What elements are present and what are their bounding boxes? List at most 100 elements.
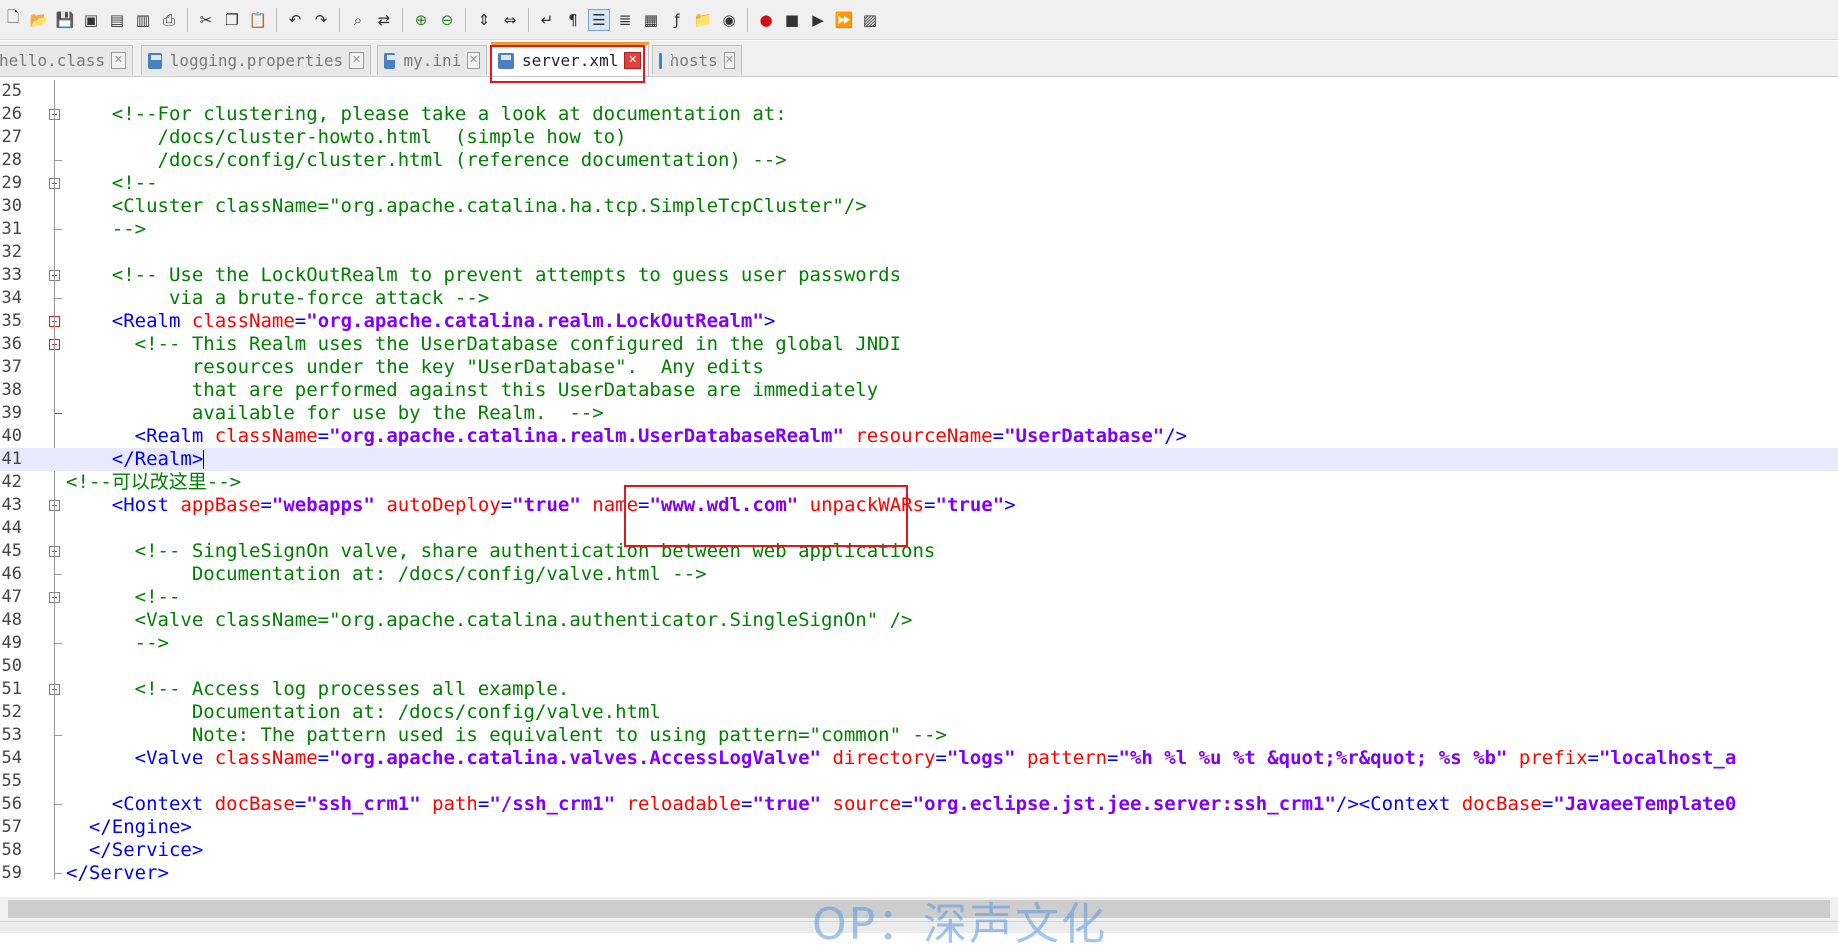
stop-macro-icon[interactable]: ■: [781, 9, 803, 31]
save-state-icon: [148, 52, 162, 69]
new-file-icon[interactable]: 🗋: [2, 8, 24, 31]
find-icon[interactable]: ⌕: [347, 9, 369, 31]
token-attr: resourceName: [855, 425, 993, 447]
line-number: 32: [1, 242, 22, 262]
token-tag: =: [935, 747, 947, 769]
tab-my-ini[interactable]: my.ini ✕: [377, 45, 487, 75]
line-number: 31: [1, 219, 22, 239]
line-number: 40: [1, 426, 22, 446]
play-macro-icon[interactable]: ▶: [807, 9, 829, 31]
token-attr: appBase: [180, 494, 261, 516]
tab-label: logging.properties: [169, 51, 344, 70]
tab-server-xml[interactable]: server.xml ✕: [491, 42, 649, 76]
token-cm: resources under the key "UserDatabase". …: [66, 356, 764, 378]
show-all-chars-icon[interactable]: ¶: [562, 9, 584, 31]
line-number: 54: [1, 748, 22, 768]
zoom-out-icon[interactable]: ⊖: [436, 9, 458, 31]
close-tab-icon[interactable]: ✕: [723, 52, 735, 69]
line-number: 26: [1, 104, 22, 124]
code-text: </Engine>: [66, 816, 192, 839]
code-editor[interactable]: 25 26 <!--For clustering, please take a l…: [0, 77, 1838, 897]
sync-vertical-icon[interactable]: ⇕: [473, 9, 495, 31]
record-macro-icon[interactable]: ●: [755, 9, 777, 31]
code-line: 55: [0, 770, 1838, 793]
close-all-icon[interactable]: ▥: [132, 9, 154, 31]
tab-hello-class[interactable]: hello.class ✕: [0, 45, 133, 75]
folder-workspace-icon[interactable]: 📁: [692, 9, 714, 31]
redo-icon[interactable]: ↷: [310, 9, 332, 31]
close-tab-icon[interactable]: ✕: [467, 52, 480, 69]
code-line: 37 resources under the key "UserDatabase…: [0, 356, 1838, 379]
close-icon[interactable]: ▤: [106, 9, 128, 31]
close-tab-icon[interactable]: ✕: [624, 52, 642, 69]
token-cm: <Cluster className="org.apache.catalina.…: [66, 195, 867, 217]
close-tab-icon[interactable]: ✕: [349, 52, 364, 69]
token-cm: /docs/cluster-howto.html (simple how to): [66, 126, 627, 148]
token-cm: -->: [66, 218, 147, 240]
code-text: <!-- This Realm uses the UserDatabase co…: [66, 333, 901, 356]
replace-icon[interactable]: ⇄: [373, 9, 395, 31]
code-line: 46 Documentation at: /docs/config/valve.…: [0, 563, 1838, 586]
token-tag: </Server>: [66, 862, 169, 884]
monitoring-icon[interactable]: ◉: [718, 9, 740, 31]
line-number: 46: [1, 564, 22, 584]
token-cm: <!-- This Realm uses the UserDatabase co…: [66, 333, 902, 355]
cut-icon[interactable]: ✂: [195, 9, 217, 31]
print-icon[interactable]: ⎙: [158, 9, 180, 31]
function-list-icon[interactable]: ƒ: [666, 9, 688, 31]
copy-icon[interactable]: ❐: [221, 9, 243, 31]
tab-hosts[interactable]: hosts ✕: [652, 45, 742, 75]
token-attr: className: [214, 747, 318, 769]
save-macro-icon[interactable]: ▨: [859, 9, 881, 31]
code-text: <Cluster className="org.apache.catalina.…: [66, 195, 867, 218]
token-val: "org.eclipse.jst.jee.server:ssh_crm1": [912, 793, 1336, 815]
run-macro-multiple-icon[interactable]: ⏩: [833, 9, 855, 31]
tab-logging-properties[interactable]: logging.properties ✕: [141, 45, 371, 75]
token-tag: </Service>: [66, 839, 204, 861]
token-tag: =: [500, 494, 513, 516]
paste-icon[interactable]: 📋: [247, 9, 269, 31]
toolbar-separator: [187, 7, 188, 32]
token-tag: </Engine>: [66, 816, 192, 838]
line-number: 36: [1, 334, 22, 354]
code-text: <Context docBase="ssh_crm1" path="/ssh_c…: [66, 793, 1737, 816]
close-tab-icon[interactable]: ✕: [110, 52, 126, 69]
token-val: "/ssh_crm1": [489, 793, 616, 815]
token-tag: [615, 793, 626, 815]
token-val: "true": [752, 793, 822, 815]
token-tag: [821, 747, 832, 769]
code-text: -->: [66, 218, 146, 241]
line-number: 55: [1, 771, 22, 791]
sync-horizontal-icon[interactable]: ⇔: [499, 9, 521, 31]
indent-guide-icon[interactable]: ☰: [588, 8, 610, 31]
token-tag: =: [992, 425, 1005, 447]
tab-label: hello.class: [0, 51, 105, 70]
doc-map-icon[interactable]: ▦: [640, 9, 662, 31]
open-file-icon[interactable]: 📂: [28, 9, 50, 31]
code-text: that are performed against this UserData…: [66, 379, 878, 402]
code-line: 47 <!--: [0, 586, 1838, 609]
code-text: <!-- Access log processes all example.: [66, 678, 570, 701]
code-text: <!--可以改这里-->: [66, 471, 241, 494]
code-text: via a brute-force attack -->: [66, 287, 489, 310]
undo-icon[interactable]: ↶: [284, 9, 306, 31]
code-line: 48 <Valve className="org.apache.catalina…: [0, 609, 1838, 632]
toolbar-separator: [402, 7, 403, 32]
zoom-in-icon[interactable]: ⊕: [410, 9, 432, 31]
code-line: 59 </Server>: [0, 862, 1838, 885]
save-all-icon[interactable]: ▣: [80, 9, 102, 31]
token-val: "ssh_crm1": [306, 793, 421, 815]
token-tag: =: [924, 494, 936, 516]
code-line: 38 that are performed against this UserD…: [0, 379, 1838, 402]
word-wrap-icon[interactable]: ↵: [536, 9, 558, 31]
token-val: "org.apache.catalina.realm.UserDatabaseR…: [329, 425, 844, 447]
line-number: 34: [1, 288, 22, 308]
token-val: "www.wdl.com": [649, 494, 799, 516]
code-line: 33 <!-- Use the LockOutRealm to prevent …: [0, 264, 1838, 287]
token-tag: <Realm: [66, 425, 215, 447]
code-line: 30 <Cluster className="org.apache.catali…: [0, 195, 1838, 218]
token-tag: />: [1164, 425, 1188, 447]
save-icon[interactable]: 💾: [54, 9, 76, 31]
line-number: 27: [1, 127, 22, 147]
user-language-icon[interactable]: ≣: [614, 9, 636, 31]
